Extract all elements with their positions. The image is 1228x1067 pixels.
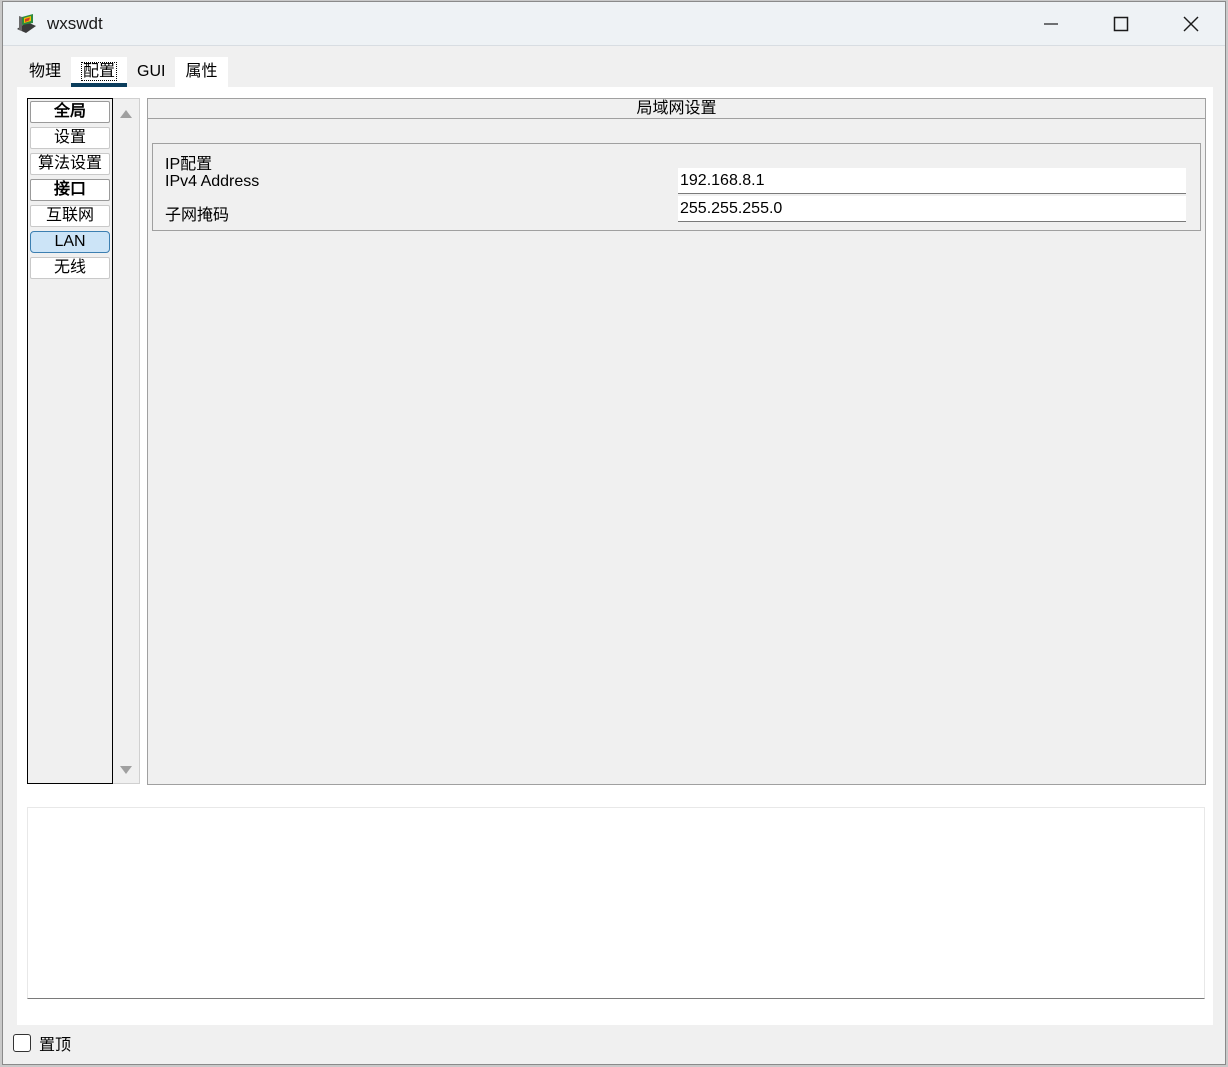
subnet-mask-label: 子网掩码 <box>165 207 230 224</box>
window-title: wxswdt <box>47 14 103 33</box>
close-icon <box>1183 16 1199 32</box>
nav-item-interface[interactable]: 接口 <box>30 179 110 201</box>
tab-strip: 物理 配置 GUI 属性 <box>19 57 228 87</box>
minimize-button[interactable] <box>1017 2 1085 46</box>
nav-item-global[interactable]: 全局 <box>30 101 110 123</box>
always-on-top-label[interactable]: 置顶 <box>39 1031 71 1055</box>
subnet-mask-input[interactable] <box>678 196 1186 222</box>
nav-item-lan[interactable]: LAN <box>30 231 110 253</box>
nav-item-internet[interactable]: 互联网 <box>30 205 110 227</box>
nav-item-algorithm-settings[interactable]: 算法设置 <box>30 153 110 175</box>
footer-bar: 置顶 <box>13 1032 71 1054</box>
ipv4-address-label: IPv4 Address <box>165 173 260 190</box>
tab-physical-label: 物理 <box>29 63 62 80</box>
title-bar[interactable]: wxswdt <box>3 2 1225 46</box>
config-nav-list: 全局 设置 算法设置 接口 互联网 LAN 无线 <box>27 98 113 784</box>
tab-gui-label: GUI <box>137 63 166 80</box>
nav-item-wireless[interactable]: 无线 <box>30 257 110 279</box>
scroll-down-arrow-icon[interactable] <box>120 766 132 774</box>
nav-scrollbar[interactable] <box>113 98 140 784</box>
maximize-button[interactable] <box>1087 2 1155 46</box>
app-window: wxswdt 物理 配置 GUI 属性 全局 设置 算法设置 接口 互联网 LA… <box>2 1 1226 1065</box>
tab-attributes[interactable]: 属性 <box>175 57 228 87</box>
minimize-icon <box>1044 23 1058 25</box>
maximize-icon <box>1113 16 1129 32</box>
panel-title: 局域网设置 <box>148 99 1205 119</box>
tab-config[interactable]: 配置 <box>71 57 128 87</box>
always-on-top-checkbox[interactable] <box>13 1034 31 1052</box>
ip-config-group: IP配置 IPv4 Address 子网掩码 <box>152 143 1201 231</box>
config-tab-page: 全局 设置 算法设置 接口 互联网 LAN 无线 局域网设置 IP配置 IPv4… <box>17 87 1213 1025</box>
log-textarea[interactable] <box>27 807 1205 999</box>
ip-config-title: IP配置 <box>165 156 213 173</box>
tab-attributes-label: 属性 <box>185 63 218 80</box>
packet-tracer-icon <box>17 14 36 33</box>
close-button[interactable] <box>1157 2 1225 46</box>
lan-settings-panel: 局域网设置 IP配置 IPv4 Address 子网掩码 <box>147 98 1206 785</box>
tab-config-label: 配置 <box>81 62 118 81</box>
nav-item-settings[interactable]: 设置 <box>30 127 110 149</box>
ipv4-address-input[interactable] <box>678 168 1186 194</box>
scroll-up-arrow-icon[interactable] <box>120 110 132 118</box>
tab-gui[interactable]: GUI <box>127 57 176 87</box>
tab-physical[interactable]: 物理 <box>19 57 72 87</box>
